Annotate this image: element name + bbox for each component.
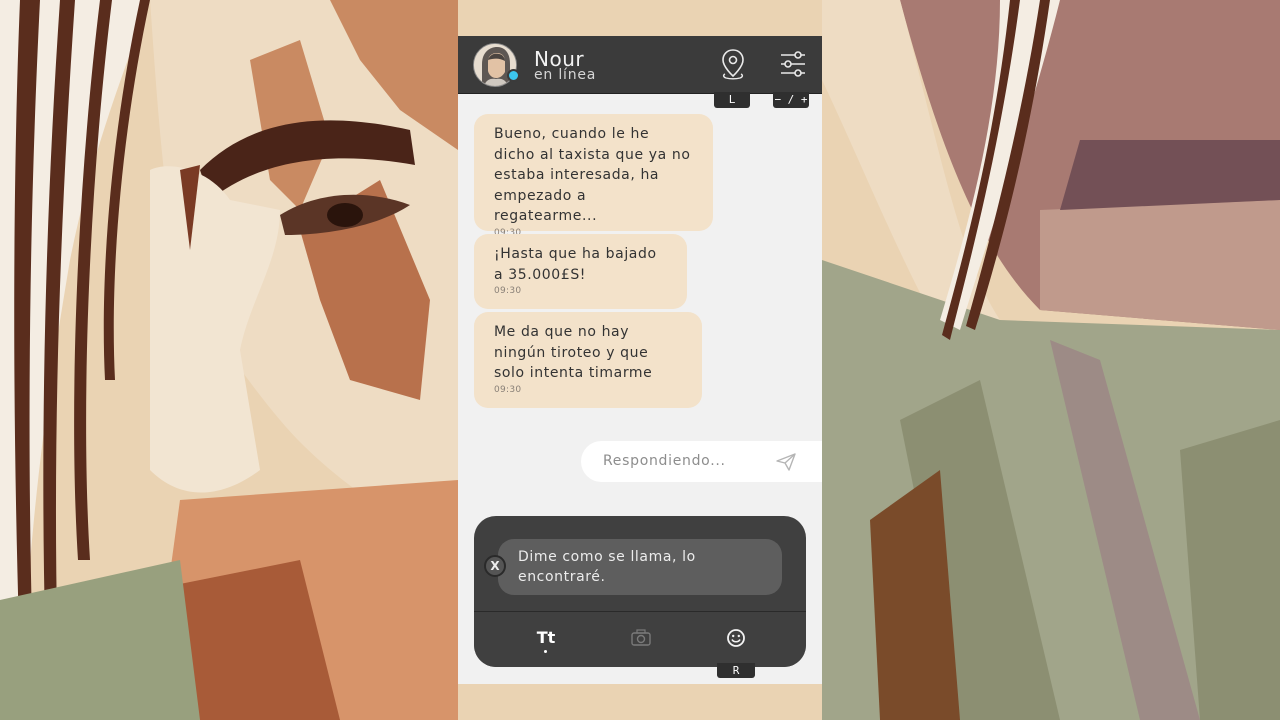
composer-toolbar: Tt xyxy=(474,611,806,667)
camera-button[interactable] xyxy=(630,626,652,650)
message-bubble: ¡Hasta que ha bajado a 35.000£S! 09:30 xyxy=(474,234,687,309)
emoji-key-hint: R xyxy=(717,663,755,678)
message-text: Bueno, cuando le he dicho al taxista que… xyxy=(494,126,691,224)
message-text: ¡Hasta que ha bajado a 35.000£S! xyxy=(494,246,657,283)
reply-option[interactable]: Dime como se llama, lo encontraré. xyxy=(498,539,782,595)
message-bubble: Me da que no hay ningún tiroteo y que so… xyxy=(474,312,702,408)
message-time: 09:30 xyxy=(494,384,522,395)
emoji-button[interactable] xyxy=(726,626,746,650)
chat-header: Nour en línea xyxy=(458,36,822,94)
message-bubble: Bueno, cuando le he dicho al taxista que… xyxy=(474,114,713,238)
settings-button[interactable] xyxy=(778,48,808,80)
reply-option-text: Dime como se llama, lo encontraré. xyxy=(518,549,696,585)
text-tool-button[interactable]: Tt xyxy=(534,626,558,650)
location-key-hint: L xyxy=(714,92,750,108)
location-pin-icon xyxy=(722,49,744,80)
reply-placeholder: Respondiendo... xyxy=(603,453,726,469)
message-time: 09:30 xyxy=(494,286,522,296)
camera-icon xyxy=(631,629,651,646)
location-button[interactable] xyxy=(718,48,748,80)
chat-phone: Nour en línea L − / + Bueno, cuando le h… xyxy=(458,36,822,684)
contact-status: en línea xyxy=(534,67,597,83)
emoji-icon xyxy=(727,629,745,647)
message-text: Me da que no hay ningún tiroteo y que so… xyxy=(494,324,653,381)
settings-key-hint: − / + xyxy=(773,92,809,108)
online-indicator xyxy=(507,69,520,82)
send-icon[interactable] xyxy=(775,452,797,472)
active-tool-indicator xyxy=(544,650,547,653)
option-select-key[interactable]: X xyxy=(484,555,506,577)
reply-composer: Dime como se llama, lo encontraré. X Tt xyxy=(474,516,806,667)
sliders-icon xyxy=(781,51,805,77)
reply-field[interactable]: Respondiendo... xyxy=(581,441,822,482)
